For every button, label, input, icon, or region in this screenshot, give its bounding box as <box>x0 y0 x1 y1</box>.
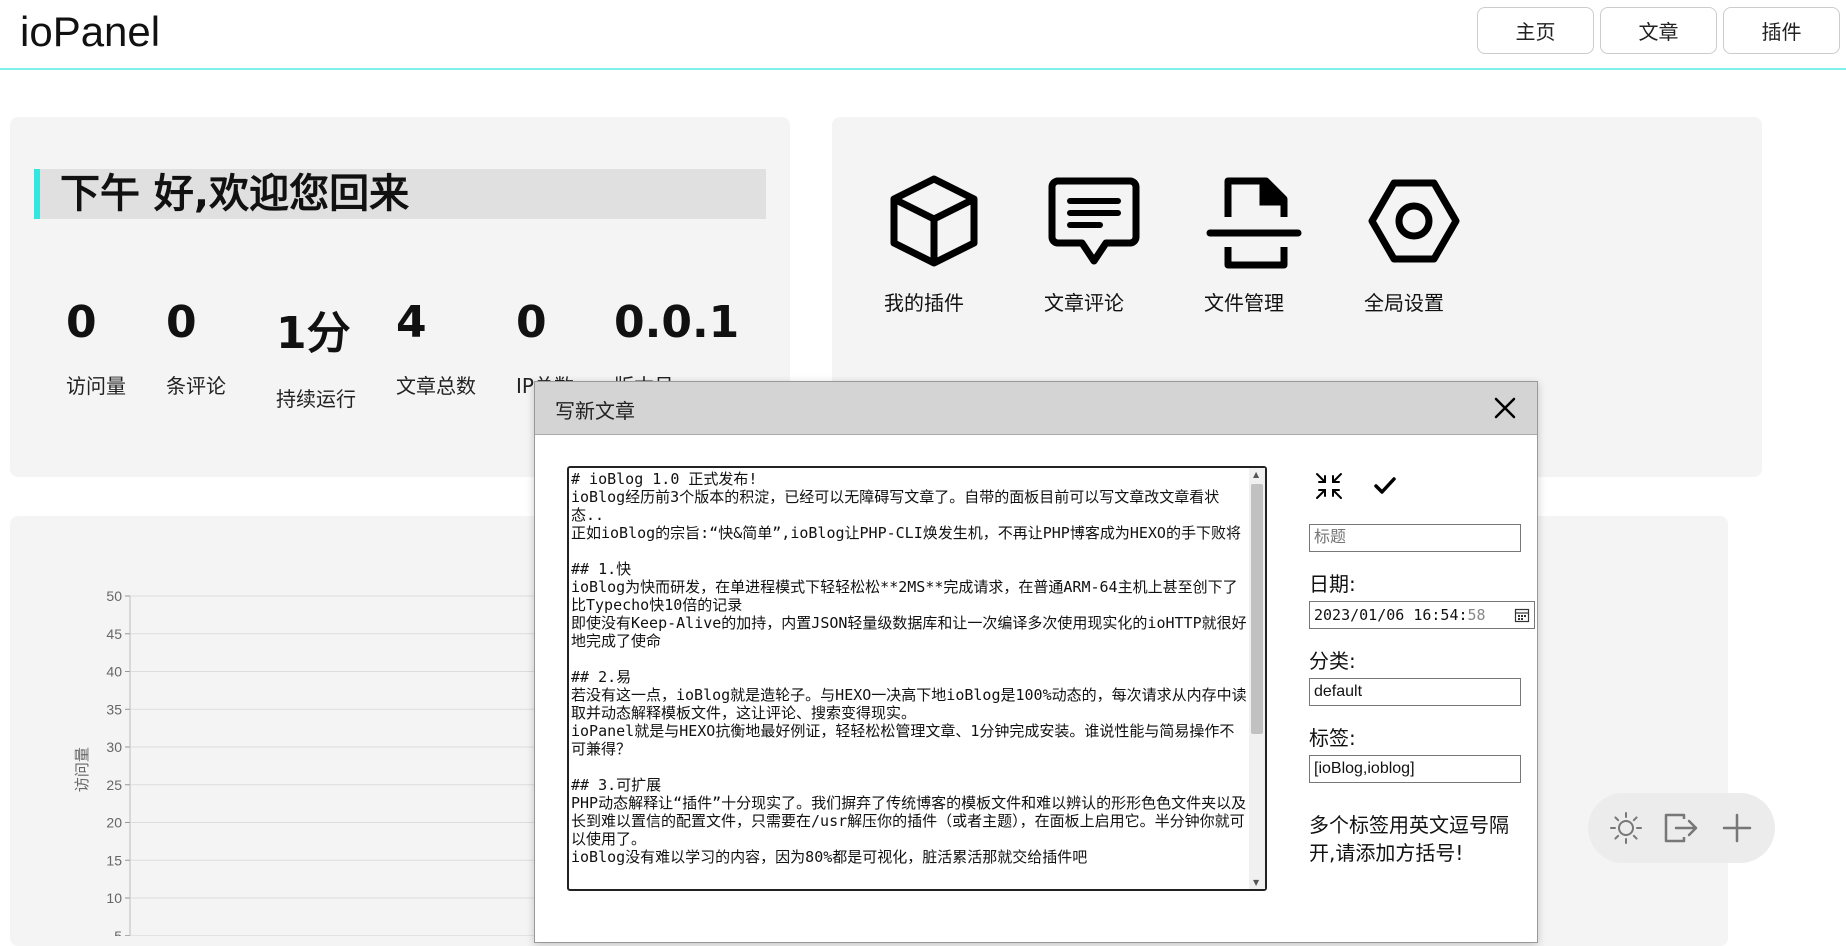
top-header: ioPanel 主页 文章 插件 <box>0 0 1846 70</box>
tool-files[interactable]: 文件管理 <box>1204 171 1364 316</box>
stat-value: 0.0.1 <box>614 297 740 348</box>
stat-label: 文章总数 <box>396 374 476 398</box>
tool-settings[interactable]: 全局设置 <box>1364 171 1524 316</box>
stat-label: 访问量 <box>66 374 126 398</box>
close-icon[interactable] <box>1491 394 1519 422</box>
title-input[interactable] <box>1309 524 1521 552</box>
scrollbar-thumb[interactable] <box>1251 484 1263 734</box>
welcome-title: 下午 好,欢迎您回来 <box>34 169 766 219</box>
y-tick-label: 40 <box>106 664 122 680</box>
tool-label: 全局设置 <box>1364 291 1444 315</box>
dialog-title: 写新文章 <box>555 399 635 423</box>
date-value: 2023/01/06 16:54: <box>1314 606 1468 624</box>
stat-value: 0 <box>166 297 197 348</box>
write-article-dialog: 写新文章 # ioBlog 1.0 正式发布! ioBlog经历前3个版本的积淀… <box>534 381 1538 943</box>
app-logo: ioPanel <box>20 8 161 55</box>
nav-home-button[interactable]: 主页 <box>1477 7 1594 54</box>
tool-list: 我的插件 文章评论 文件管理 全局设置 <box>884 171 1524 316</box>
stat-value: 0 <box>66 297 97 348</box>
nav-plugins-button[interactable]: 插件 <box>1723 7 1840 54</box>
stat-value: 0 <box>516 297 547 348</box>
y-tick-label: 45 <box>106 626 122 642</box>
y-tick-label: 15 <box>106 852 122 868</box>
plus-icon[interactable] <box>1715 806 1759 850</box>
y-tick-label: 20 <box>106 815 122 831</box>
stat-value: 4 <box>396 297 427 348</box>
dialog-header: 写新文章 <box>535 382 1537 435</box>
floating-toolbar <box>1588 793 1775 863</box>
tags-label: 标签: <box>1309 726 1356 750</box>
y-tick-label: 10 <box>106 890 122 906</box>
stat-uptime: 1分 持续运行 <box>276 297 356 412</box>
visits-chart: 5 10 15 20 25 30 35 40 45 50 访问量 <box>73 588 545 936</box>
sun-icon[interactable] <box>1604 806 1648 850</box>
article-meta-form: 日期: 2023/01/06 16:54:58 分类: 标签: 多个标签用英文逗… <box>1309 466 1535 867</box>
scroll-up-arrow-icon[interactable]: ▲ <box>1253 470 1259 479</box>
logout-icon[interactable] <box>1659 806 1703 850</box>
nav-articles-button[interactable]: 文章 <box>1600 7 1717 54</box>
main-nav: 主页 文章 插件 <box>1477 7 1840 54</box>
article-content-editor[interactable]: # ioBlog 1.0 正式发布! ioBlog经历前3个版本的积淀，已经可以… <box>567 466 1267 891</box>
editor-actions <box>1313 470 1529 502</box>
category-label: 分类: <box>1309 649 1356 673</box>
y-tick-label: 30 <box>106 739 122 755</box>
tags-input[interactable] <box>1309 755 1521 783</box>
stat-label: 持续运行 <box>276 387 356 411</box>
exit-fullscreen-icon[interactable] <box>1313 470 1345 502</box>
stat-comments: 0 条评论 <box>166 297 226 399</box>
date-label: 日期: <box>1309 572 1356 596</box>
y-tick-label: 25 <box>106 777 122 793</box>
stat-visits: 0 访问量 <box>66 297 126 399</box>
tool-comments[interactable]: 文章评论 <box>1044 171 1204 316</box>
tool-label: 文章评论 <box>1044 291 1124 315</box>
y-tick-label: 35 <box>106 701 122 717</box>
tags-hint: 多个标签用英文逗号隔开,请添加方括号! <box>1309 813 1509 865</box>
file-icon <box>1206 177 1302 269</box>
editor-scrollbar[interactable]: ▲ ▼ <box>1249 468 1265 889</box>
calendar-icon[interactable] <box>1514 607 1530 623</box>
check-icon[interactable] <box>1369 470 1401 502</box>
y-tick-label: 50 <box>106 588 122 604</box>
package-icon <box>890 175 978 267</box>
y-axis-label: 访问量 <box>73 747 91 792</box>
date-input[interactable]: 2023/01/06 16:54:58 <box>1309 601 1535 629</box>
tool-plugins[interactable]: 我的插件 <box>884 171 1044 316</box>
comment-icon <box>1048 177 1140 265</box>
category-input[interactable] <box>1309 678 1521 706</box>
stat-article-count: 4 文章总数 <box>396 297 476 399</box>
scroll-down-arrow-icon[interactable]: ▼ <box>1253 878 1259 887</box>
y-tick-label: 5 <box>114 928 122 936</box>
date-seconds: 58 <box>1467 606 1486 624</box>
tool-label: 我的插件 <box>884 291 964 315</box>
settings-hex-icon <box>1368 179 1460 263</box>
stat-value: 1分 <box>276 308 351 359</box>
stat-label: 条评论 <box>166 374 226 398</box>
tool-label: 文件管理 <box>1204 291 1284 315</box>
